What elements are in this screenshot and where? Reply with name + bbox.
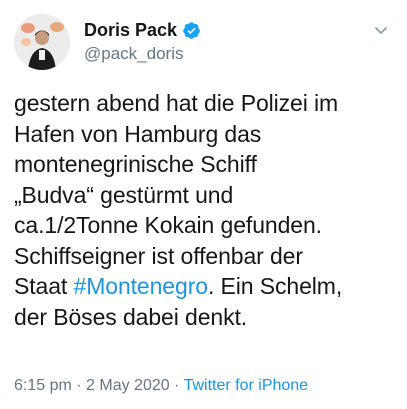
tweet-text-segment: Staat: [14, 273, 74, 299]
tweet-line: Hafen von Hamburg das: [14, 120, 262, 147]
avatar-image: [14, 14, 70, 70]
hashtag-link[interactable]: #Montenegro: [74, 273, 209, 299]
author-display-name[interactable]: Doris Pack: [84, 20, 177, 41]
chevron-down-icon[interactable]: [373, 22, 389, 38]
tweet-line: Schiffseigner ist offenbar der: [14, 242, 303, 269]
tweet-text-segment: . Ein Schelm,: [207, 273, 343, 299]
tweet-line: gestern abend hat die Polizei im: [14, 90, 339, 116]
tweet-text: gestern abend hat die Polizei im Hafen v…: [14, 88, 399, 332]
tweet-line: der Böses dabei denkt.: [14, 303, 248, 330]
author-name-row[interactable]: Doris Pack: [84, 18, 201, 42]
tweet-date[interactable]: 2 May 2020: [86, 377, 170, 394]
tweet-line: „Budva“ gestürmt und: [14, 181, 234, 208]
tweet-line-with-hashtag: Staat #Montenegro. Ein Schelm,: [14, 271, 399, 302]
tweet-source-link[interactable]: Twitter for iPhone: [184, 377, 309, 394]
tweet-meta: 6:15 pm · 2 May 2020 · Twitter for iPhon…: [14, 377, 308, 395]
meta-separator: ·: [169, 377, 184, 394]
author-handle[interactable]: @pack_doris: [84, 44, 183, 64]
tweet-time[interactable]: 6:15 pm: [14, 377, 72, 394]
meta-separator: ·: [71, 377, 87, 394]
tweet-line: ca.1/2Tonne Kokain gefunden.: [14, 212, 322, 238]
verified-badge-icon: [182, 21, 201, 40]
avatar[interactable]: [14, 14, 70, 70]
tweet-card: Doris Pack @pack_doris gestern abend hat…: [0, 0, 407, 409]
tweet-line: montenegrinische Schiff: [14, 151, 257, 177]
